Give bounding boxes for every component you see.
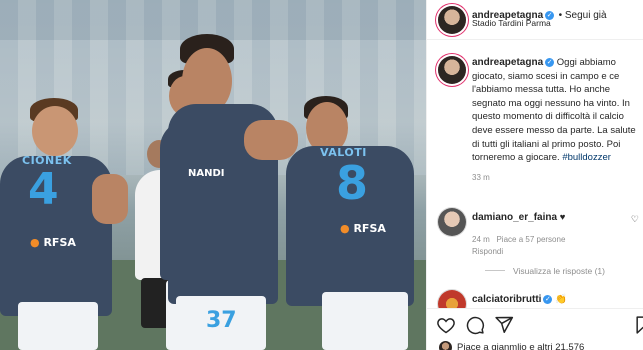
likes-count[interactable]: Piace a gianmlio e altri 21.576 bbox=[457, 342, 584, 350]
post-photo[interactable]: CIONEK 4 ● RFSA NANDI 37 VALOTI 8 ● RFSA bbox=[0, 0, 426, 350]
comment-likes[interactable]: Piace a 57 persone bbox=[496, 235, 565, 244]
player-number: 8 bbox=[336, 156, 369, 210]
hashtag-link[interactable]: #bulldozzer bbox=[562, 152, 611, 163]
chest-sponsor: NANDI bbox=[188, 168, 225, 179]
caption-timestamp: 33 m bbox=[472, 172, 490, 182]
reply-button[interactable]: Rispondi bbox=[472, 247, 640, 256]
caption-avatar[interactable] bbox=[438, 56, 466, 84]
comment-item: calciatoribrutti ✓ 👏 bbox=[472, 294, 640, 305]
comment-text: ♥ bbox=[559, 212, 566, 223]
comment-like-heart-icon[interactable]: ♡ bbox=[631, 214, 639, 225]
comment-icon[interactable] bbox=[465, 315, 485, 335]
follow-status[interactable]: • Segui già bbox=[559, 10, 607, 21]
comment-timestamp: 24 m bbox=[472, 235, 490, 244]
sponsor-logo: ● RFSA bbox=[30, 236, 76, 249]
share-icon[interactable] bbox=[494, 315, 514, 335]
post-header: andreapetagna ✓ • Segui già Stadio Tardin… bbox=[427, 0, 643, 40]
comment-text: 👏 bbox=[555, 294, 567, 305]
post-actions: Piace a gianmlio e altri 21.576 bbox=[427, 308, 643, 350]
post-location[interactable]: Stadio Tardini Parma bbox=[472, 18, 551, 28]
comment-username[interactable]: calciatoribrutti bbox=[472, 294, 541, 305]
verified-icon: ✓ bbox=[545, 58, 555, 67]
player-valoti: VALOTI 8 ● RFSA bbox=[286, 96, 426, 350]
player-cionek: CIONEK 4 ● RFSA bbox=[0, 98, 130, 350]
player-number: 37 bbox=[206, 308, 237, 333]
view-replies-link[interactable]: Visualizza le risposte (1) bbox=[485, 266, 605, 276]
post-side-panel: andreapetagna ✓ • Segui già Stadio Tardin… bbox=[426, 0, 643, 350]
comment-username[interactable]: damiano_er_faina bbox=[472, 212, 557, 223]
player-number: 4 bbox=[28, 164, 59, 215]
verified-icon: ✓ bbox=[543, 295, 553, 304]
player-petagna: NANDI 37 bbox=[162, 34, 302, 350]
comment-item: damiano_er_faina ♥ 24 m Piace a 57 perso… bbox=[472, 212, 640, 256]
post-caption: andreapetagna ✓ Oggi abbiamo giocato, sia… bbox=[472, 56, 640, 184]
avatar[interactable] bbox=[438, 6, 466, 34]
caption-username[interactable]: andreapetagna bbox=[472, 57, 543, 68]
heart-icon[interactable] bbox=[436, 315, 456, 335]
sponsor-logo: ● RFSA bbox=[340, 222, 386, 235]
bookmark-icon[interactable] bbox=[633, 315, 643, 335]
comment-avatar[interactable] bbox=[438, 208, 466, 236]
caption-text: Oggi abbiamo giocato, siamo scesi in cam… bbox=[472, 57, 636, 164]
liker-avatar[interactable] bbox=[439, 341, 452, 350]
